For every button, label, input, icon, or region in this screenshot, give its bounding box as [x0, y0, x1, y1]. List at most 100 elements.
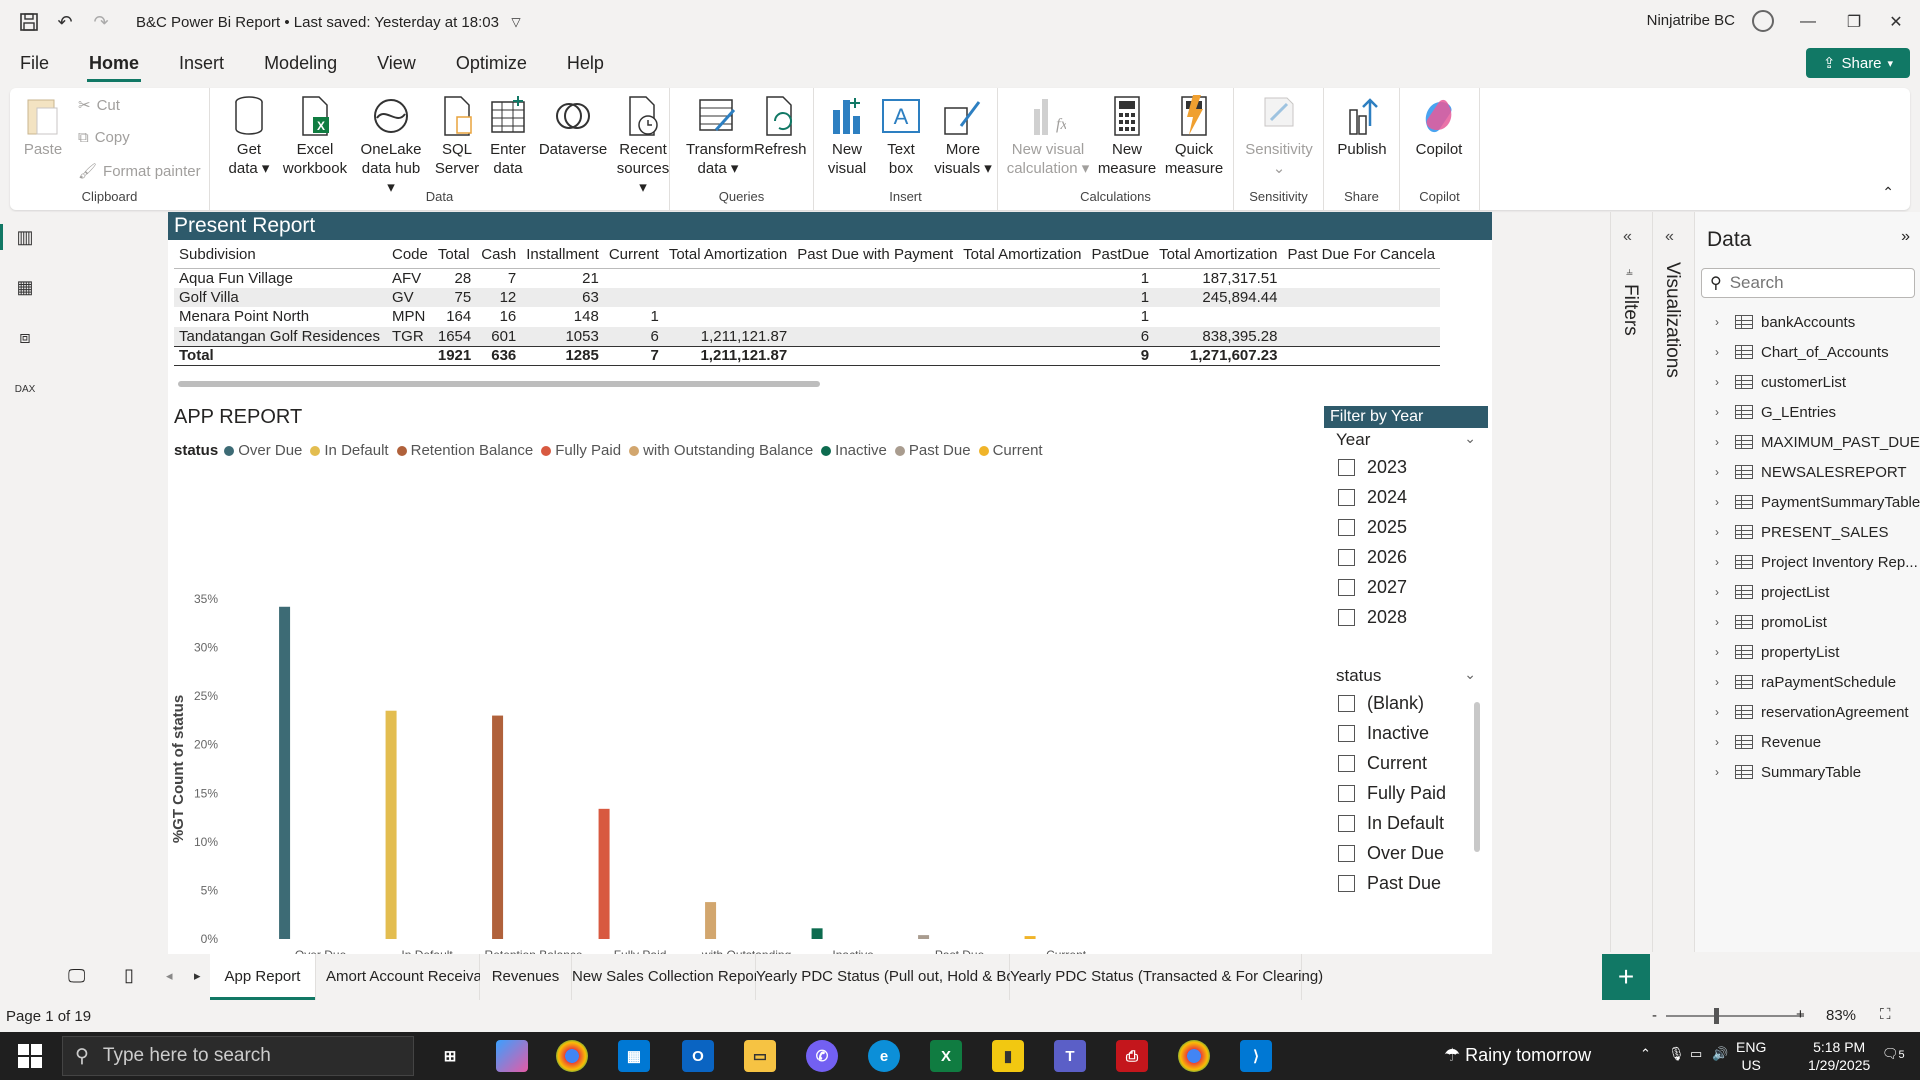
notifications-icon[interactable]: 🗨5	[1882, 1046, 1905, 1062]
onelake-button[interactable]: OneLake data hub ▾	[356, 94, 426, 197]
legend-item[interactable]: Inactive	[821, 442, 887, 459]
table-row[interactable]: Menara Point North MPN 164 16 148 1 1	[174, 307, 1440, 327]
legend-item[interactable]: Current	[978, 442, 1043, 459]
page-tab[interactable]: Yearly PDC Status (Transacted & For Clea…	[1010, 954, 1323, 1000]
network-icon[interactable]: ▭	[1690, 1046, 1702, 1062]
column-header[interactable]: PastDue	[1086, 242, 1155, 269]
checkbox[interactable]	[1338, 578, 1355, 596]
present-report-table[interactable]: Present Report Subdivision Code Total Ca…	[168, 212, 1492, 392]
report-view-icon[interactable]: ▥	[0, 224, 38, 250]
data-table-item[interactable]: › customerList	[1715, 370, 1846, 394]
zoom-slider-thumb[interactable]	[1714, 1008, 1719, 1024]
legend-item[interactable]: Over Due	[224, 442, 302, 459]
column-header[interactable]: Past Due with Payment	[792, 242, 959, 269]
chevron-down-icon[interactable]: ⌄	[1464, 430, 1476, 447]
slicer-option[interactable]: 2028	[1324, 602, 1488, 632]
search-input[interactable]	[1729, 273, 1890, 293]
chevron-right-icon[interactable]: »	[1901, 228, 1910, 246]
legend-item[interactable]: Retention Balance	[396, 442, 533, 459]
model-view-icon[interactable]: ⧈	[12, 324, 38, 350]
collapse-ribbon-icon[interactable]: ⌃	[1882, 184, 1894, 201]
chevron-down-icon[interactable]: ▽	[501, 7, 531, 37]
mobile-layout-icon[interactable]: ▯	[124, 965, 134, 986]
taskbar-search[interactable]: ⚲ Type here to search	[62, 1036, 414, 1076]
checkbox[interactable]	[1338, 814, 1355, 832]
visualizations-pane[interactable]: « Visualizations	[1652, 212, 1694, 952]
slicer-option[interactable]: 2024	[1324, 482, 1488, 512]
slicer-option[interactable]: 2025	[1324, 512, 1488, 542]
expand-chevron-icon[interactable]: ›	[1715, 645, 1729, 659]
tab-help[interactable]: Help	[547, 44, 624, 84]
column-header[interactable]: Cash	[476, 242, 522, 269]
data-table-item[interactable]: › SummaryTable	[1715, 760, 1861, 784]
power-bi-icon[interactable]: ▮	[992, 1040, 1024, 1072]
expand-chevron-icon[interactable]: ›	[1715, 765, 1729, 779]
bar[interactable]	[279, 606, 291, 939]
data-table-item[interactable]: › G_LEntries	[1715, 400, 1836, 424]
chevron-down-icon[interactable]: ⌄	[1464, 666, 1476, 683]
zoom-slider[interactable]	[1666, 1015, 1804, 1017]
checkbox[interactable]	[1338, 724, 1355, 742]
fit-to-page-icon[interactable]: ⛶	[1880, 1006, 1891, 1023]
expand-chevron-icon[interactable]: ›	[1715, 345, 1729, 359]
transform-data-button[interactable]: Transform data ▾	[686, 94, 754, 178]
new-visual-calculation-button[interactable]: fx New visual calculation ▾	[1006, 94, 1090, 178]
tab-view[interactable]: View	[357, 44, 436, 84]
volume-icon[interactable]: 🔊	[1712, 1046, 1728, 1062]
legend-item[interactable]: Past Due	[894, 442, 971, 459]
expand-chevron-icon[interactable]: ›	[1715, 375, 1729, 389]
user-name[interactable]: Ninjatribe BC	[1647, 12, 1735, 29]
expand-chevron-icon[interactable]: ›	[1715, 705, 1729, 719]
expand-chevron-icon[interactable]: ›	[1715, 585, 1729, 599]
column-header[interactable]: Past Due For Cancela	[1282, 242, 1441, 269]
status-slicer-scrollbar[interactable]	[1474, 702, 1480, 852]
data-table-item[interactable]: › PRESENT_SALES	[1715, 520, 1889, 544]
weather-widget[interactable]: ☂ Rainy tomorrow	[1444, 1045, 1591, 1066]
expand-chevron-icon[interactable]: ›	[1715, 675, 1729, 689]
year-slicer-field[interactable]: Year ⌄	[1324, 428, 1488, 452]
bar[interactable]	[492, 715, 504, 939]
file-explorer-icon[interactable]: ▭	[744, 1040, 776, 1072]
checkbox[interactable]	[1338, 548, 1355, 566]
legend-item[interactable]: with Outstanding Balance	[629, 442, 813, 459]
filters-label[interactable]: Filters	[1619, 284, 1641, 336]
maximize-icon[interactable]: ❐	[1834, 8, 1874, 36]
language-indicator[interactable]: ENG US	[1736, 1038, 1766, 1074]
more-visuals-button[interactable]: More visuals ▾	[932, 94, 994, 178]
table-row[interactable]: Tandatangan Golf Residences TGR 1654 601 105…	[174, 326, 1441, 346]
zoom-in-icon[interactable]: +	[1796, 1006, 1805, 1023]
viber-icon[interactable]: ✆	[806, 1040, 838, 1072]
checkbox[interactable]	[1338, 518, 1355, 536]
legend-item[interactable]: Fully Paid	[541, 442, 621, 459]
zoom-out-icon[interactable]: -	[1652, 1007, 1657, 1024]
dataverse-button[interactable]: Dataverse	[536, 94, 610, 159]
cut-button[interactable]: ✂ Cut	[78, 96, 120, 115]
expand-chevron-icon[interactable]: ›	[1715, 405, 1729, 419]
expand-chevron-icon[interactable]: ›	[1715, 495, 1729, 509]
task-view-icon[interactable]: ⊞	[434, 1040, 466, 1072]
excel-taskbar-icon[interactable]: X	[930, 1040, 962, 1072]
checkbox[interactable]	[1338, 784, 1355, 802]
data-table-item[interactable]: › NEWSALESREPORT	[1715, 460, 1907, 484]
expand-chevron-icon[interactable]: ›	[1715, 525, 1729, 539]
bar[interactable]	[705, 902, 717, 939]
tab-file[interactable]: File	[0, 44, 69, 84]
data-search[interactable]: ⚲	[1701, 268, 1915, 298]
expand-chevron-icon[interactable]: ›	[1715, 465, 1729, 479]
page-tab[interactable]: Revenues	[480, 954, 572, 1000]
copilot-taskbar-icon[interactable]	[496, 1040, 528, 1072]
data-table-item[interactable]: › Revenue	[1715, 730, 1821, 754]
redo-icon[interactable]: ↷	[86, 7, 116, 37]
data-table-item[interactable]: › Project Inventory Rep...	[1715, 550, 1918, 574]
slicer-option[interactable]: (Blank)	[1324, 688, 1488, 718]
horizontal-scrollbar[interactable]	[178, 381, 820, 387]
chevron-right-icon[interactable]: ▸	[194, 968, 201, 984]
publish-button[interactable]: Publish	[1334, 94, 1390, 159]
new-visual-button[interactable]: New visual	[822, 94, 872, 178]
teams-icon[interactable]: T	[1054, 1040, 1086, 1072]
bar[interactable]	[598, 808, 610, 939]
sensitivity-button[interactable]: Sensitivity ⌄	[1244, 94, 1314, 178]
pdf-reader-icon[interactable]: ⎙	[1116, 1040, 1148, 1072]
column-header[interactable]: Code	[387, 242, 433, 269]
share-button[interactable]: ⇪ Share ▾	[1806, 48, 1910, 78]
